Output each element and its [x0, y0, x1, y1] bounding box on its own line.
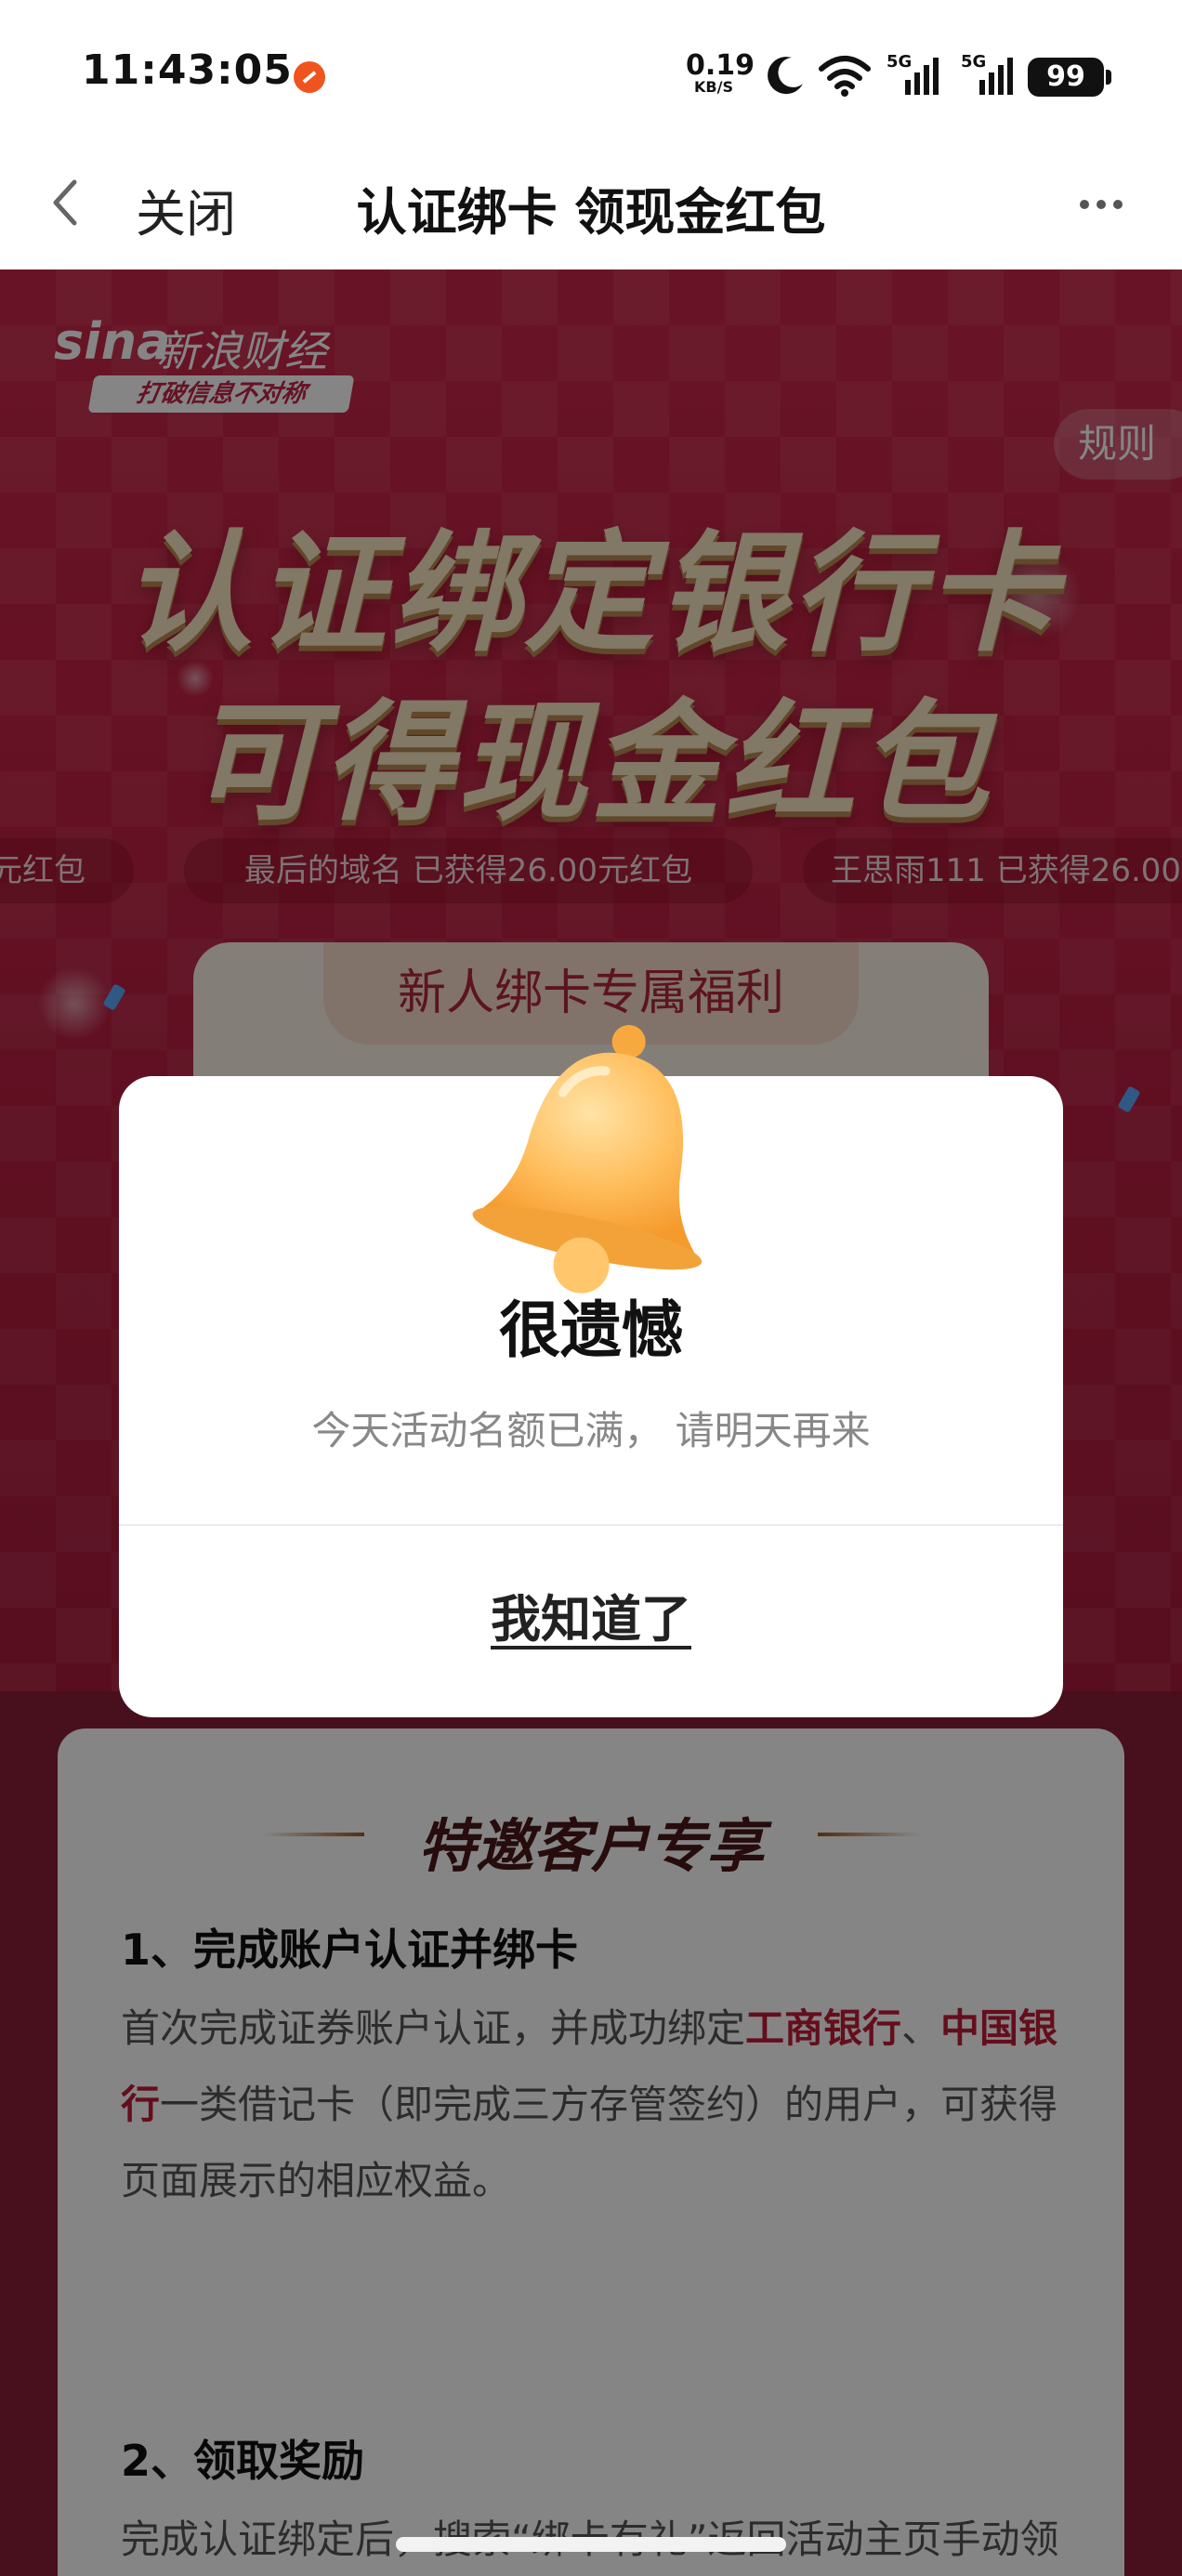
wifi-icon: [819, 56, 871, 97]
acknowledge-button[interactable]: 我知道了: [119, 1578, 1063, 1651]
more-horizontal-icon[interactable]: [1080, 195, 1136, 210]
cellular-signal-icon: 5G: [961, 52, 1013, 95]
network-speed-unit: KB/S: [694, 78, 733, 96]
network-speed: 0.19 KB/S: [686, 49, 755, 96]
status-bar: 11:43:05 0.19 KB/S 5G 5G 99: [0, 0, 1182, 139]
nav-header: 关闭 认证绑卡 领现金红包: [0, 139, 1182, 269]
notice-dialog: 很遗憾 今天活动名额已满， 请明天再来 我知道了: [119, 1025, 1063, 1717]
bell-icon: [472, 1025, 703, 1294]
battery-indicator: 99: [1028, 58, 1111, 97]
status-time: 11:43:05: [82, 46, 293, 94]
signal-2-label: 5G: [961, 52, 986, 72]
page-root: 11:43:05 0.19 KB/S 5G 5G 99 关闭 认证绑卡 领现金红…: [0, 0, 1182, 2576]
cellular-signal-icon: 5G: [886, 52, 939, 95]
page-title: 认证绑卡 领现金红包: [356, 183, 826, 242]
dialog-divider: [119, 1524, 1063, 1526]
dialog-title: 很遗憾: [499, 1295, 683, 1366]
dialog-message: 今天活动名额已满， 请明天再来: [311, 1408, 871, 1453]
home-indicator[interactable]: [396, 2537, 786, 2552]
signal-1-label: 5G: [886, 52, 912, 72]
notification-app-icon: [294, 61, 325, 93]
network-speed-value: 0.19: [686, 49, 755, 82]
moon-icon: [768, 57, 803, 95]
